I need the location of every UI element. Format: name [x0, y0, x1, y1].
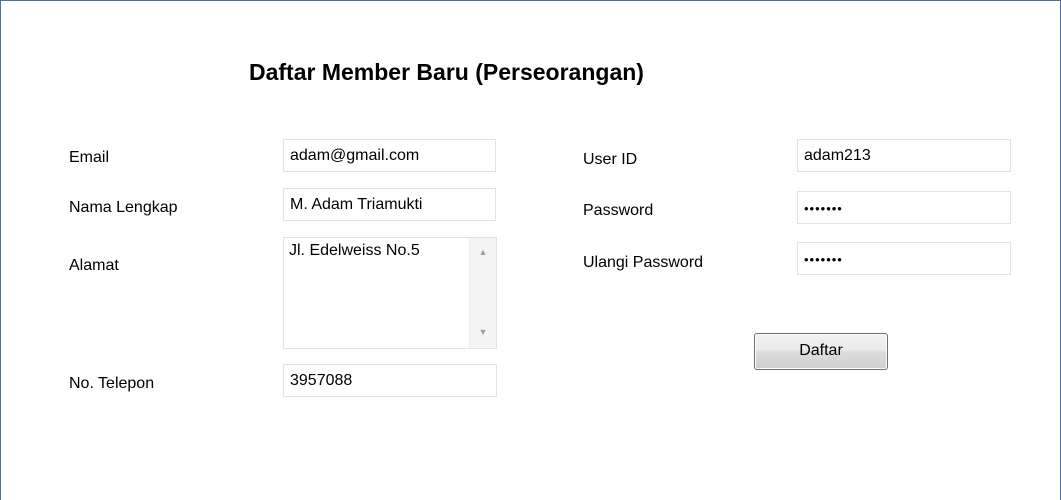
form-title: Daftar Member Baru (Perseorangan)	[249, 59, 644, 85]
no-telepon-field[interactable]: 3957088	[283, 364, 497, 397]
alamat-label: Alamat	[69, 257, 119, 274]
scroll-up-arrow-icon[interactable]: ▲	[470, 242, 496, 262]
user-id-field[interactable]: adam213	[797, 139, 1011, 172]
password-label: Password	[583, 202, 654, 219]
user-id-label: User ID	[583, 151, 638, 168]
scroll-down-arrow-icon[interactable]: ▼	[470, 322, 496, 342]
ulangi-password-field[interactable]: •••••••	[797, 242, 1011, 275]
alamat-scrollbar[interactable]: ▲ ▼	[469, 238, 496, 348]
email-label: Email	[69, 149, 110, 166]
alamat-textarea[interactable]: Jl. Edelweiss No.5 ▲ ▼	[283, 237, 497, 349]
email-field[interactable]: adam@gmail.com	[283, 139, 496, 172]
daftar-button[interactable]: Daftar	[754, 333, 888, 370]
no-telepon-label: No. Telepon	[69, 375, 155, 392]
password-field[interactable]: •••••••	[797, 191, 1011, 224]
window-frame: Daftar Member Baru (Perseorangan) Email …	[0, 0, 1061, 500]
nama-lengkap-label: Nama Lengkap	[69, 199, 178, 216]
nama-lengkap-field[interactable]: M. Adam Triamukti	[283, 188, 496, 221]
ulangi-password-label: Ulangi Password	[583, 254, 704, 271]
alamat-text: Jl. Edelweiss No.5	[289, 242, 420, 259]
